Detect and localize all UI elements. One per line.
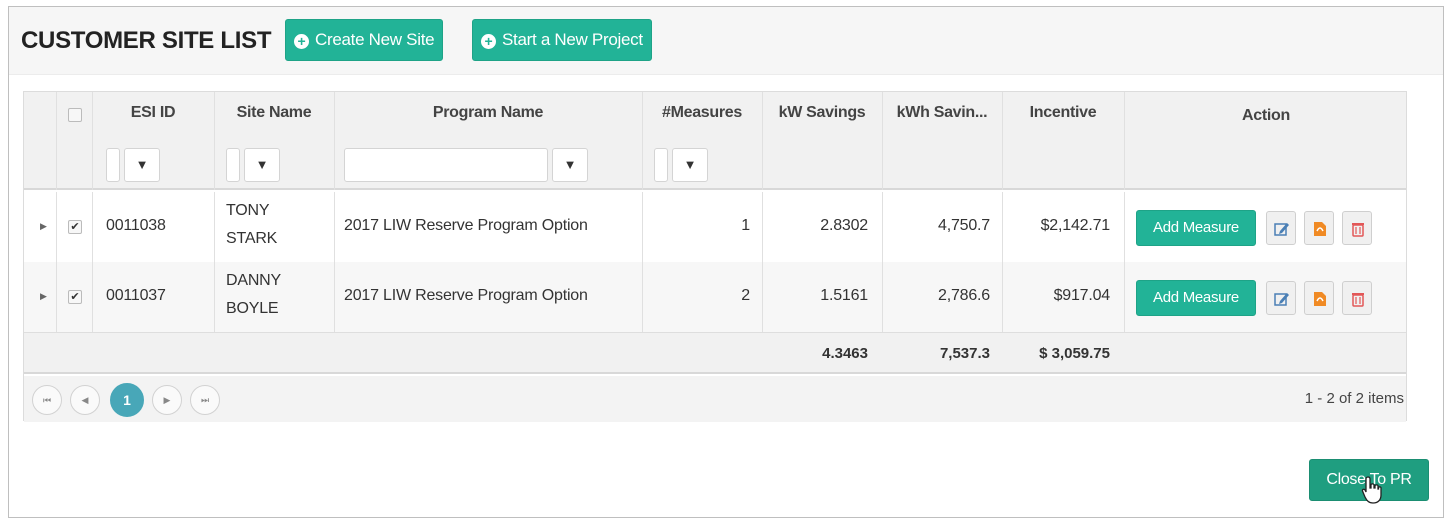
edit-button[interactable] xyxy=(1266,211,1296,245)
kw-savings-cell: 2.8302 xyxy=(820,217,868,234)
start-new-project-button[interactable]: + Start a New Project xyxy=(472,19,652,61)
column-header-kw-savings[interactable]: kW Savings xyxy=(762,104,882,122)
next-page-button[interactable]: ▶ xyxy=(152,385,182,415)
column-header-site-name[interactable]: Site Name xyxy=(214,104,334,122)
table-row[interactable]: ▶ ✔ 0011038 TONY STARK 2017 LIW Reserve … xyxy=(24,192,1406,262)
first-page-button[interactable]: ⏮ xyxy=(32,385,62,415)
row-checkbox[interactable]: ✔ xyxy=(68,290,82,304)
total-kw-savings: 4.3463 xyxy=(822,345,868,362)
page-button-current[interactable]: 1 xyxy=(110,383,144,417)
site-name-line1: TONY xyxy=(226,202,270,219)
page-title: CUSTOMER SITE LIST xyxy=(21,27,272,54)
trash-icon xyxy=(1352,223,1364,237)
row-checkbox[interactable]: ✔ xyxy=(68,220,82,234)
pdf-button[interactable] xyxy=(1304,281,1334,315)
pager-info: 1 - 2 of 2 items xyxy=(1304,390,1404,407)
pager: ⏮ ◀ 1 ▶ ⏭ 1 - 2 of 2 items xyxy=(24,376,1406,422)
kwh-savings-cell: 4,750.7 xyxy=(938,217,990,234)
add-measure-button[interactable]: Add Measure xyxy=(1136,210,1256,246)
pdf-icon xyxy=(1314,222,1326,236)
program-name-filter-input[interactable] xyxy=(344,148,548,182)
column-header-action: Action xyxy=(1242,107,1290,124)
esi-id-filter-input[interactable] xyxy=(106,148,120,182)
site-name-filter-button[interactable]: ▼ xyxy=(244,148,280,182)
esi-id-cell: 0011037 xyxy=(106,287,166,304)
total-kwh-savings: 7,537.3 xyxy=(939,345,990,362)
column-header-measures[interactable]: #Measures xyxy=(642,104,762,122)
measures-cell: 1 xyxy=(741,217,750,234)
column-header-incentive[interactable]: Incentive xyxy=(1002,104,1124,122)
kw-savings-cell: 1.5161 xyxy=(820,287,868,304)
expand-arrow-icon[interactable]: ▶ xyxy=(40,291,47,302)
filter-icon: ▼ xyxy=(563,157,577,172)
trash-icon xyxy=(1352,293,1364,307)
program-name-cell: 2017 LIW Reserve Program Option xyxy=(344,287,588,304)
site-name-filter-input[interactable] xyxy=(226,148,240,182)
column-header-esi-id[interactable]: ESI ID xyxy=(92,104,214,122)
last-page-button[interactable]: ⏭ xyxy=(190,385,220,415)
create-new-site-button[interactable]: + Create New Site xyxy=(285,19,444,61)
select-all-checkbox[interactable] xyxy=(68,108,82,122)
site-name-line2: BOYLE xyxy=(226,300,279,317)
edit-icon xyxy=(1274,223,1289,236)
kwh-savings-cell: 2,786.6 xyxy=(938,287,990,304)
site-grid: ESI ID Site Name Program Name #Measures … xyxy=(23,91,1407,422)
measures-filter-input[interactable] xyxy=(654,148,668,182)
site-name-line1: DANNY xyxy=(226,272,282,289)
incentive-cell: $917.04 xyxy=(1053,287,1111,304)
hand-cursor-icon xyxy=(1361,476,1382,504)
filter-icon: ▼ xyxy=(255,157,269,172)
previous-page-button[interactable]: ◀ xyxy=(70,385,100,415)
delete-button[interactable] xyxy=(1342,211,1372,245)
total-incentive: $ 3,059.75 xyxy=(1039,345,1110,362)
site-name-line2: STARK xyxy=(226,230,278,247)
plus-circle-icon: + xyxy=(481,34,496,49)
esi-id-cell: 0011038 xyxy=(106,217,166,234)
incentive-cell: $2,142.71 xyxy=(1040,217,1111,234)
edit-icon xyxy=(1274,293,1289,306)
esi-id-filter-button[interactable]: ▼ xyxy=(124,148,160,182)
totals-row: 4.3463 7,537.3 $ 3,059.75 xyxy=(24,332,1406,374)
filter-icon: ▼ xyxy=(683,157,697,172)
delete-button[interactable] xyxy=(1342,281,1372,315)
column-header-kwh-savings[interactable]: kWh Savin... xyxy=(882,104,1002,122)
grid-header: ESI ID Site Name Program Name #Measures … xyxy=(24,92,1406,190)
measures-cell: 2 xyxy=(741,287,750,304)
program-name-cell: 2017 LIW Reserve Program Option xyxy=(344,217,588,234)
edit-button[interactable] xyxy=(1266,281,1296,315)
site-list-panel: CUSTOMER SITE LIST + Create New Site + Sta… xyxy=(8,6,1444,518)
page-header: CUSTOMER SITE LIST + Create New Site + Sta… xyxy=(9,7,1443,75)
expand-arrow-icon[interactable]: ▶ xyxy=(40,221,47,232)
start-new-project-label: Start a New Project xyxy=(502,30,643,49)
pdf-button[interactable] xyxy=(1304,211,1334,245)
plus-circle-icon: + xyxy=(294,34,309,49)
create-new-site-label: Create New Site xyxy=(315,30,435,49)
pdf-icon xyxy=(1314,292,1326,306)
column-header-program-name[interactable]: Program Name xyxy=(334,104,642,122)
add-measure-button[interactable]: Add Measure xyxy=(1136,280,1256,316)
measures-filter-button[interactable]: ▼ xyxy=(672,148,708,182)
filter-icon: ▼ xyxy=(135,157,149,172)
table-row[interactable]: ▶ ✔ 0011037 DANNY BOYLE 2017 LIW Reserve… xyxy=(24,262,1406,332)
program-name-filter-button[interactable]: ▼ xyxy=(552,148,588,182)
